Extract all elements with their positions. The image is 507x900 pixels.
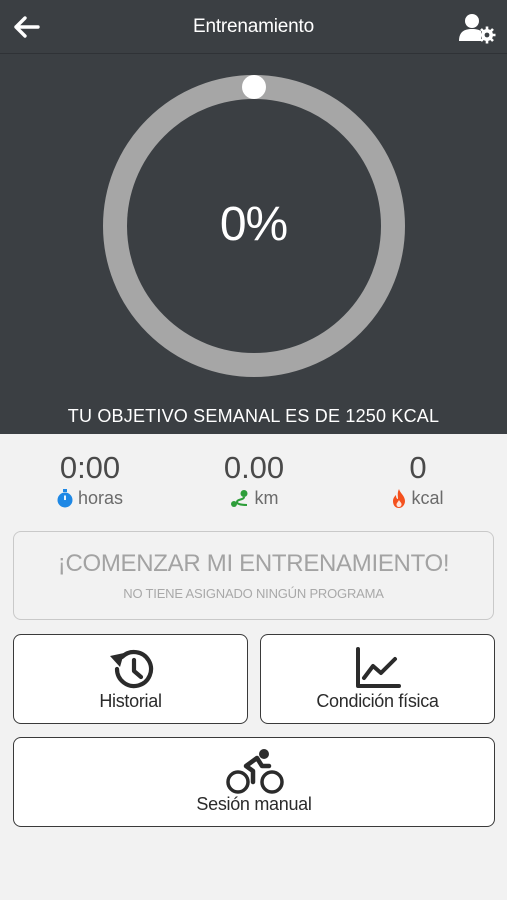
start-training-title: ¡COMENZAR MI ENTRENAMIENTO! (57, 550, 450, 577)
hours-value: 0:00 (59, 450, 121, 485)
stat-calories: 0 kcal (338, 450, 498, 509)
weekly-progress-panel: 0% TU OBJETIVO SEMANAL ES DE 1250 KCAL (0, 54, 507, 434)
flame-icon (393, 489, 406, 508)
cycling-icon (226, 749, 284, 794)
app-header: Entrenamiento (0, 0, 507, 54)
stat-distance: 0.00 km (174, 450, 334, 509)
progress-percent: 0% (219, 198, 288, 251)
manual-session-label: Sesión manual (196, 794, 312, 814)
start-training-subtitle: NO TIENE ASIGNADO NINGÚN PROGRAMA (123, 586, 384, 601)
stat-hours: 0:00 horas (10, 450, 170, 509)
manual-session-button[interactable]: Sesión manual (13, 737, 495, 827)
history-label: Historial (99, 691, 162, 711)
distance-unit: km (254, 488, 279, 508)
line-chart-icon (356, 647, 401, 688)
calories-unit: kcal (411, 488, 444, 508)
profile-settings-button[interactable] (459, 12, 497, 44)
fitness-condition-button[interactable]: Condición física (260, 634, 495, 724)
weekly-goal-text: TU OBJETIVO SEMANAL ES DE 1250 KCAL (67, 406, 440, 426)
calories-value: 0 (409, 450, 427, 485)
progress-knob (242, 75, 266, 99)
stats-row: 0:00 horas 0.00 km 0 kcal (0, 434, 507, 524)
fitness-condition-label: Condición física (316, 691, 439, 711)
history-icon (110, 649, 154, 689)
start-training-button[interactable]: ¡COMENZAR MI ENTRENAMIENTO! NO TIENE ASI… (13, 531, 494, 620)
stopwatch-icon (57, 489, 73, 508)
history-button[interactable]: Historial (13, 634, 248, 724)
hours-unit: horas (77, 488, 124, 508)
page-title: Entrenamiento (193, 16, 314, 37)
distance-value: 0.00 (223, 450, 285, 485)
user-settings-icon (459, 14, 496, 44)
route-icon (230, 490, 247, 507)
